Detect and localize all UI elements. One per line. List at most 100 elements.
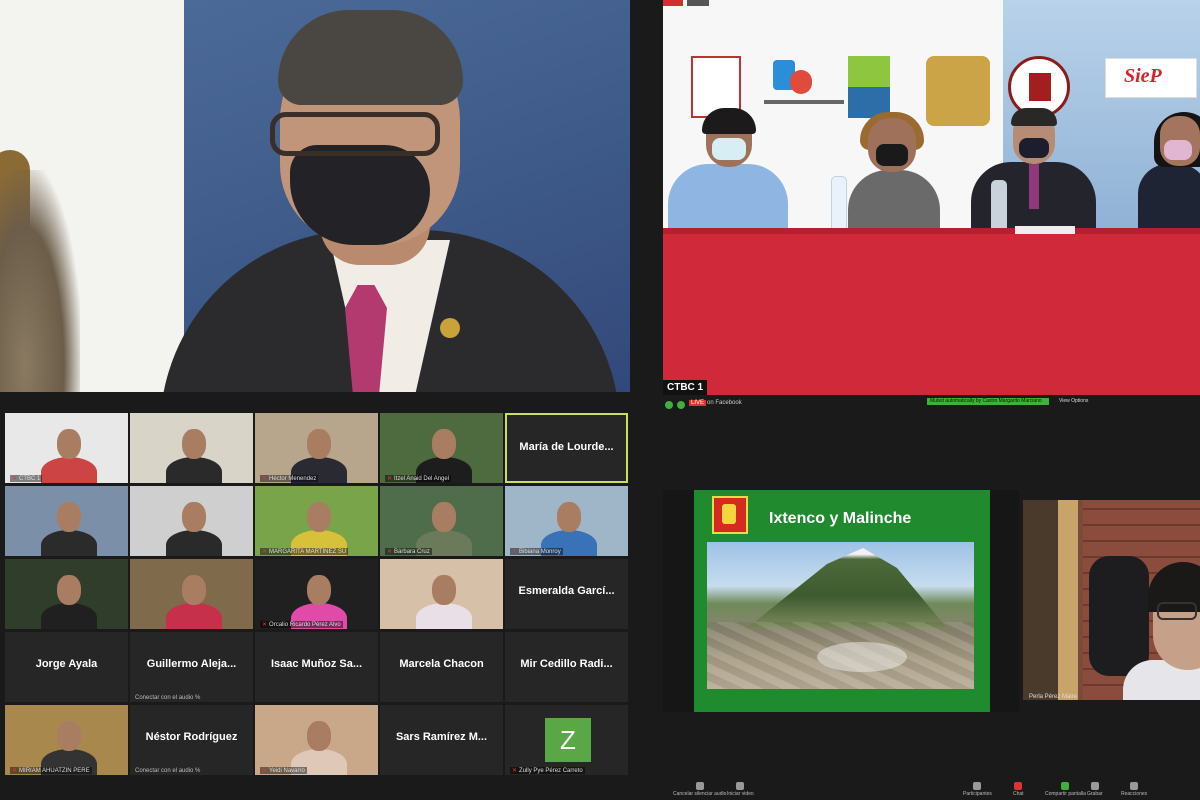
toolbar-icon bbox=[1090, 782, 1099, 790]
live-badge[interactable]: LIVE bbox=[689, 400, 707, 406]
volcano-aerial-photo bbox=[707, 542, 974, 689]
participant-tile[interactable]: Marcela Chacon bbox=[380, 632, 503, 702]
participant-name: Marcela Chacon bbox=[399, 658, 484, 670]
participant-name-caption: Yeidi Navarro bbox=[260, 767, 307, 774]
participant-torso bbox=[41, 457, 97, 483]
participant-video bbox=[130, 486, 253, 556]
participant-video bbox=[255, 413, 378, 483]
toolbar-icon bbox=[736, 782, 745, 790]
toolbar-button[interactable]: Compartir pantalla bbox=[1045, 782, 1086, 797]
table-edge bbox=[663, 228, 1200, 234]
participant-tile[interactable]: Sars Ramírez M... bbox=[380, 705, 503, 775]
participant-tile[interactable]: Mir Cedillo Radi... bbox=[505, 632, 628, 702]
water-bottle bbox=[831, 176, 847, 231]
speaker-glasses bbox=[270, 112, 440, 156]
participant-tile[interactable]: Guillermo Aleja... Conectar con el audio … bbox=[130, 632, 253, 702]
participant-name: Sars Ramírez M... bbox=[395, 731, 488, 743]
participant-face bbox=[307, 429, 331, 459]
toolbar-button[interactable]: Chat bbox=[1013, 782, 1024, 797]
participant-tile[interactable] bbox=[130, 413, 253, 483]
lapel-pin bbox=[440, 318, 460, 338]
participant-tile[interactable] bbox=[380, 559, 503, 629]
mute-notification: Muted automatically by Castro Margarito … bbox=[927, 398, 1049, 405]
toolbar-button[interactable]: Grabar bbox=[1087, 782, 1103, 797]
backpack bbox=[1089, 556, 1149, 676]
audio-status: Conectar con el audio % bbox=[135, 695, 201, 701]
participant-tile[interactable]: MARGARITA MARTINEZ SU bbox=[255, 486, 378, 556]
participant-face bbox=[182, 575, 206, 605]
participant-tile[interactable]: Itzel Anaid Del Angel bbox=[380, 413, 503, 483]
ixtenco-logo bbox=[712, 496, 748, 534]
participant-face bbox=[432, 502, 456, 532]
toolbar-icon bbox=[973, 782, 982, 790]
live-destination[interactable]: on Facebook bbox=[707, 400, 742, 406]
partial-person bbox=[0, 170, 80, 392]
participant-tile[interactable]: María de Lourde... bbox=[505, 413, 628, 483]
live-strip: LIVE on Facebook Muted automatically by … bbox=[663, 398, 1200, 412]
webcam-caption: Perla Pérez Maire bbox=[1029, 694, 1078, 700]
bookshelf bbox=[1023, 500, 1063, 700]
participant-tile[interactable]: Orcalio Ricardo Pérez Alvo bbox=[255, 559, 378, 629]
toolbar-icon bbox=[1061, 782, 1070, 790]
view-options-button[interactable]: View Options bbox=[1059, 398, 1088, 404]
participant-name-caption: MIRIAM AHUATZIN PERE bbox=[10, 767, 92, 774]
participant-tile[interactable] bbox=[5, 486, 128, 556]
participant-name-caption: Héctor Menendez bbox=[260, 475, 319, 482]
participant-tile[interactable] bbox=[130, 559, 253, 629]
webcam-video[interactable] bbox=[1023, 500, 1200, 700]
participant-name: María de Lourde... bbox=[519, 441, 614, 453]
panel-video[interactable]: SieP bbox=[663, 0, 1200, 395]
live-pill bbox=[663, 0, 683, 6]
participant-tile[interactable] bbox=[130, 486, 253, 556]
town-area bbox=[817, 642, 907, 672]
toolbar-button[interactable]: Cancelar silenciar audio bbox=[673, 782, 726, 797]
participant-tile[interactable]: MIRIAM AHUATZIN PERE bbox=[5, 705, 128, 775]
speaker-video[interactable] bbox=[0, 0, 630, 392]
participant-torso bbox=[41, 603, 97, 629]
participant-video bbox=[380, 486, 503, 556]
participant-video bbox=[380, 559, 503, 629]
participant-video bbox=[380, 413, 503, 483]
toolbar-label: Grabar bbox=[1087, 791, 1103, 797]
participant-face bbox=[57, 721, 81, 751]
presentation-slide: Ixtenco y Malinche bbox=[694, 490, 990, 712]
toolbar-button[interactable]: Participantes bbox=[963, 782, 992, 797]
participant-tile[interactable]: Héctor Menendez bbox=[255, 413, 378, 483]
audio-status: Conectar con el audio % bbox=[135, 768, 201, 774]
participant-face bbox=[432, 429, 456, 459]
toolbar-label: Participantes bbox=[963, 791, 992, 797]
toolbar-button[interactable]: Reacciones bbox=[1121, 782, 1147, 797]
participant-face bbox=[182, 429, 206, 459]
toolbar-label: Compartir pantalla bbox=[1045, 791, 1086, 797]
participant-tile[interactable]: Yeidi Navarro bbox=[255, 705, 378, 775]
participant-tile[interactable]: Isaac Muñoz Sa... bbox=[255, 632, 378, 702]
participant-name-caption: Bárbara Cruz bbox=[385, 548, 432, 555]
participant-face bbox=[57, 502, 81, 532]
participant-tile[interactable]: Bárbara Cruz bbox=[380, 486, 503, 556]
participant-tile[interactable]: Esmeralda Garcí... bbox=[505, 559, 628, 629]
participant-tile[interactable]: Bibiana Monroy bbox=[505, 486, 628, 556]
participant-name: Guillermo Aleja... bbox=[146, 658, 237, 670]
participant-tile[interactable]: CTBC 1 bbox=[5, 413, 128, 483]
participant-video bbox=[5, 559, 128, 629]
participant-tile[interactable]: Néstor Rodríguez Conectar con el audio % bbox=[130, 705, 253, 775]
participant-tile[interactable]: Jorge Ayala bbox=[5, 632, 128, 702]
participant-tile[interactable]: Z Zully Pye Pérez Carreto bbox=[505, 705, 628, 775]
participant-gallery: CTBC 1 Héctor Menendez Itzel Anaid Del Ang… bbox=[5, 413, 630, 775]
participant-face bbox=[432, 575, 456, 605]
participant-video bbox=[5, 486, 128, 556]
estacion-logo bbox=[848, 56, 890, 118]
participant-torso bbox=[166, 457, 222, 483]
malinche-volcano bbox=[747, 548, 947, 628]
participant-tile[interactable] bbox=[5, 559, 128, 629]
person-glasses bbox=[1157, 602, 1197, 620]
toolbar-button[interactable]: Iniciar video bbox=[727, 782, 754, 797]
participant-face bbox=[57, 575, 81, 605]
participant-name-caption: Orcalio Ricardo Pérez Alvo bbox=[260, 621, 343, 628]
participant-torso bbox=[41, 530, 97, 556]
avatar: Z bbox=[545, 718, 591, 762]
zoom-meeting-window: SieP CTBC 1 LIVE on Facebook Muted autom… bbox=[0, 0, 1200, 800]
main-view-label: CTBC 1 bbox=[663, 380, 708, 395]
shared-screen[interactable]: Ixtenco y Malinche bbox=[663, 490, 1019, 712]
participant-name-caption: Zully Pye Pérez Carreto bbox=[510, 767, 585, 774]
